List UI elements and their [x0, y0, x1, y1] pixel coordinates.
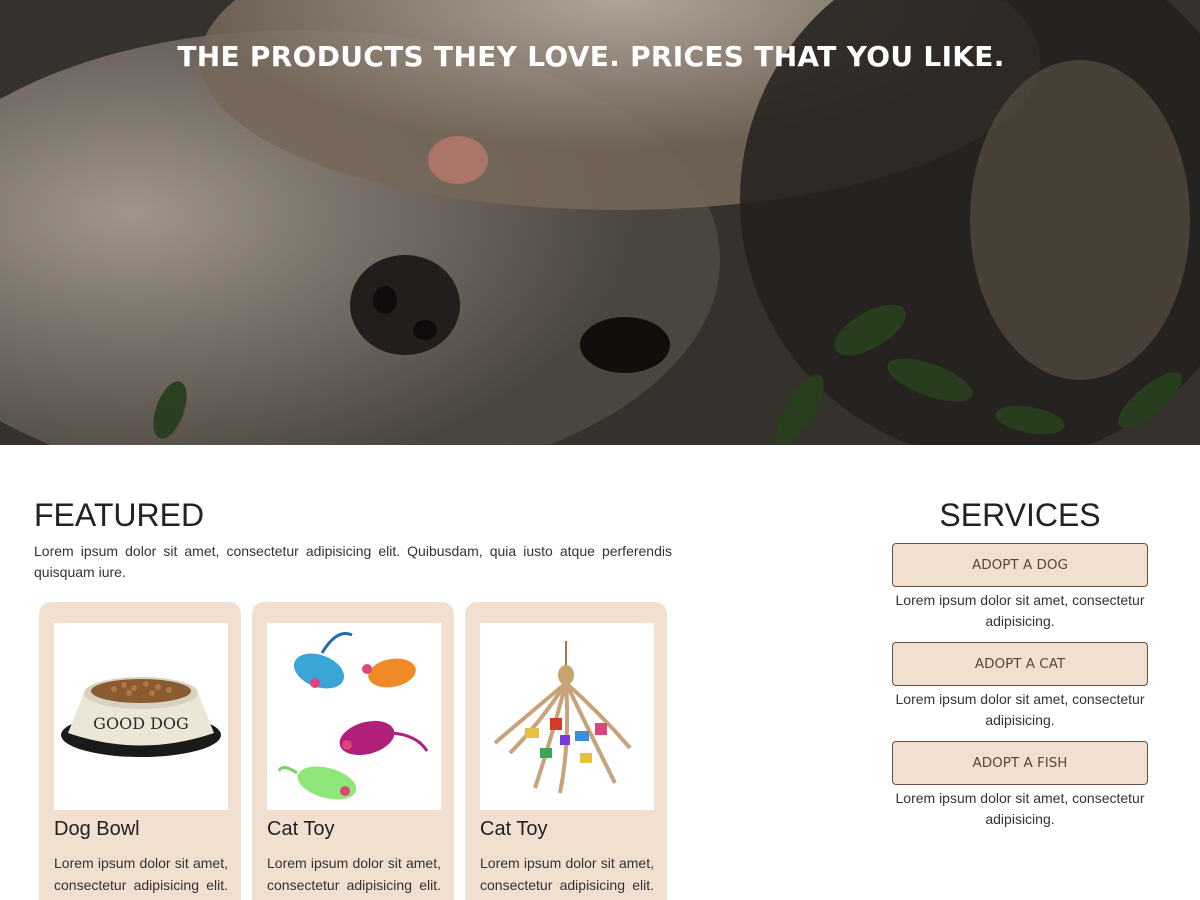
product-name: Cat Toy	[480, 818, 548, 840]
product-description: Lorem ipsum dolor sit amet, consectetur …	[54, 855, 228, 900]
service-description: Lorem ipsum dolor sit amet, consectetur …	[895, 691, 1145, 728]
featured-description: Lorem ipsum dolor sit amet, consectetur …	[34, 543, 672, 580]
featured-section: FEATURED Lorem ipsum dolor sit amet, con…	[34, 495, 672, 583]
product-name: Cat Toy	[267, 818, 335, 840]
service-description: Lorem ipsum dolor sit amet, consectetur …	[895, 592, 1145, 629]
hanging-toy-icon	[493, 641, 632, 794]
product-card-cat-toy-hanging[interactable]: Cat Toy Lorem ipsum dolor sit amet, cons…	[465, 602, 667, 900]
service-item-dog: ADOPT A DOG Lorem ipsum dolor sit amet, …	[892, 543, 1148, 632]
cat-toy-mice-image[interactable]	[267, 623, 441, 810]
product-card-dog-bowl[interactable]: GOOD DOG Dog Bowl Lorem ipsum dolor sit …	[39, 602, 241, 900]
service-description: Lorem ipsum dolor sit amet, consectetur …	[895, 790, 1145, 827]
service-item-fish: ADOPT A FISH Lorem ipsum dolor sit amet,…	[892, 741, 1148, 830]
product-card-cat-toy-mice[interactable]: Cat Toy Lorem ipsum dolor sit amet, cons…	[252, 602, 454, 900]
adopt-cat-button[interactable]: ADOPT A CAT	[892, 642, 1148, 686]
service-item-cat: ADOPT A CAT Lorem ipsum dolor sit amet, …	[892, 642, 1148, 731]
services-section: SERVICES ADOPT A DOG Lorem ipsum dolor s…	[892, 495, 1148, 830]
dog-bowl-image[interactable]: GOOD DOG	[54, 623, 228, 810]
toy-mice-icon	[277, 632, 429, 800]
cat-toy-hanging-image[interactable]	[480, 623, 654, 810]
featured-heading: FEATURED	[34, 497, 205, 533]
services-heading: SERVICES	[939, 497, 1101, 533]
dog-bowl-label: GOOD DOG	[93, 714, 189, 733]
hero-banner: THE PRODUCTS THEY LOVE. PRICES THAT YOU …	[0, 0, 1200, 445]
product-description: Lorem ipsum dolor sit amet, consectetur …	[267, 855, 441, 900]
hero-tagline: THE PRODUCTS THEY LOVE. PRICES THAT YOU …	[177, 40, 1005, 73]
adopt-dog-button[interactable]: ADOPT A DOG	[892, 543, 1148, 587]
product-name: Dog Bowl	[54, 818, 140, 840]
adopt-fish-button[interactable]: ADOPT A FISH	[892, 741, 1148, 785]
product-description: Lorem ipsum dolor sit amet, consectetur …	[480, 855, 654, 900]
dog-bowl-icon: GOOD DOG	[61, 677, 221, 757]
